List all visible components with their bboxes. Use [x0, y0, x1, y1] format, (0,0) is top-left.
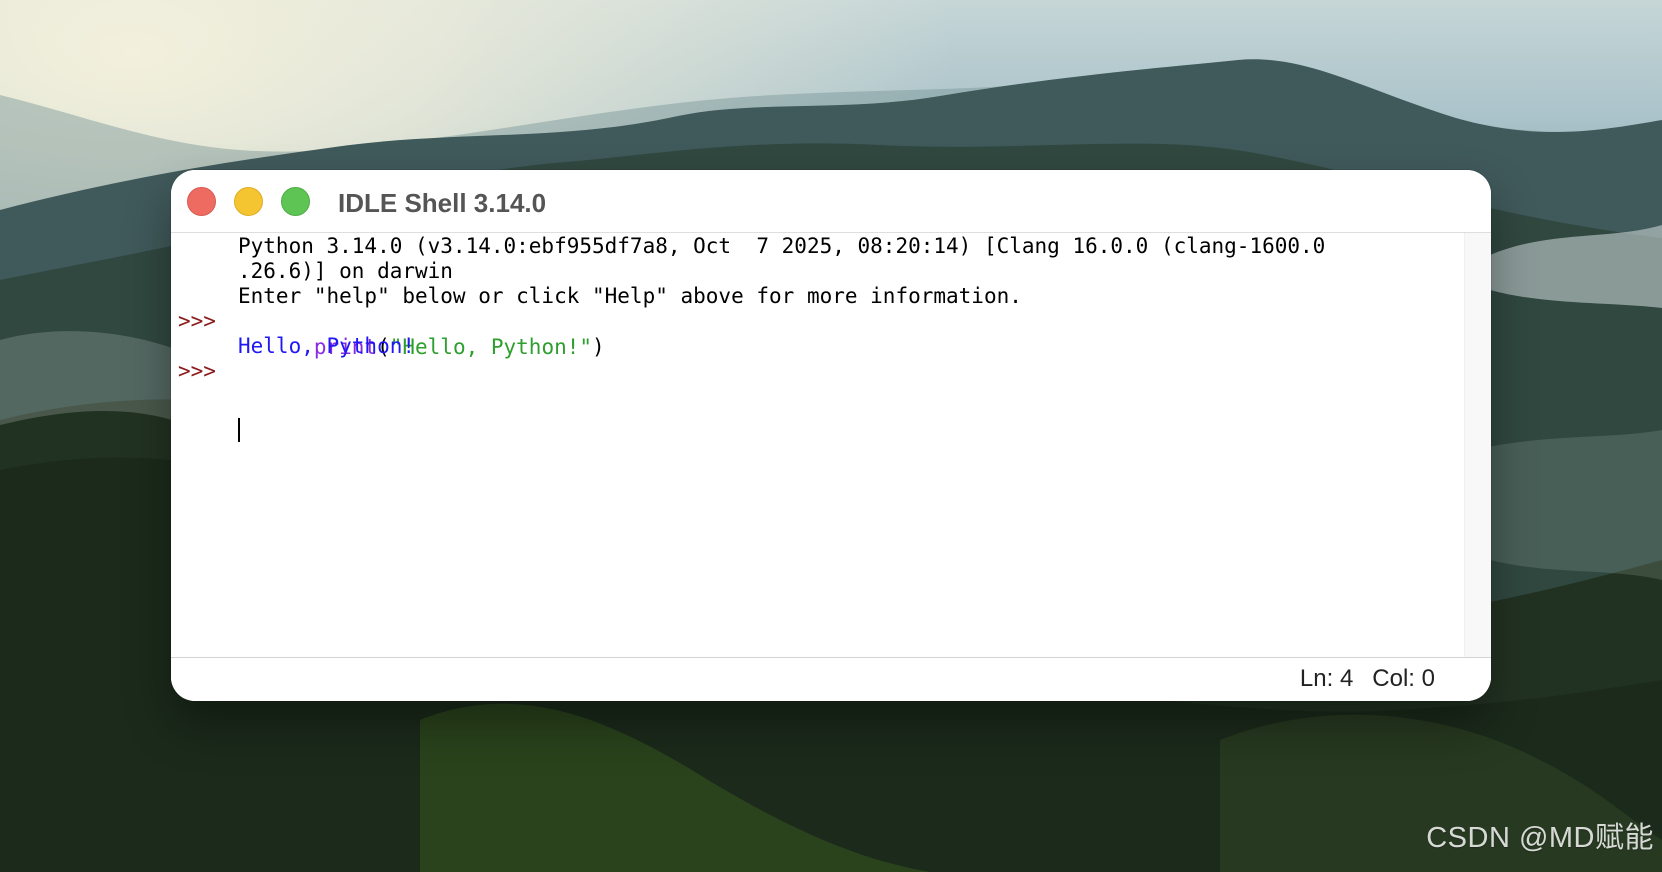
shell-intro-line-1: Python 3.14.0 (v3.14.0:ebf955df7a8, Oct … — [238, 234, 1326, 258]
vertical-scrollbar[interactable] — [1464, 233, 1491, 657]
shell-intro-line-2: .26.6)] on darwin — [238, 259, 453, 283]
close-button[interactable] — [187, 187, 216, 216]
shell-command-line[interactable]: print("Hello, Python!") — [238, 308, 605, 359]
line-number-status: Ln: 4 — [1299, 665, 1354, 692]
text-cursor — [238, 418, 240, 442]
shell-help-line: Enter "help" below or click "Help" above… — [238, 284, 1022, 308]
window-title: IDLE Shell 3.14.0 — [338, 188, 547, 218]
status-bar: Ln: 4 Col: 0 — [171, 657, 1491, 701]
close-paren-token: ) — [592, 335, 605, 359]
string-literal-token: "Hello, Python!" — [389, 335, 593, 359]
shell-output-area[interactable]: Python 3.14.0 (v3.14.0:ebf955df7a8, Oct … — [171, 233, 1465, 657]
shell-output-text: Hello, Python! — [238, 334, 416, 358]
column-number-status: Col: 0 — [1372, 665, 1435, 692]
idle-shell-window: IDLE Shell 3.14.0 Python 3.14.0 (v3.14.0… — [171, 170, 1491, 701]
minimize-button[interactable] — [234, 187, 263, 216]
maximize-button[interactable] — [281, 187, 310, 216]
csdn-watermark: CSDN @MD赋能 — [1426, 822, 1654, 854]
window-titlebar[interactable]: IDLE Shell 3.14.0 — [171, 170, 1491, 233]
shell-prompt-2: >>> — [178, 359, 216, 383]
shell-prompt-1: >>> — [178, 309, 216, 333]
cursor-position-status: Ln: 4 Col: 0 — [1300, 665, 1435, 693]
